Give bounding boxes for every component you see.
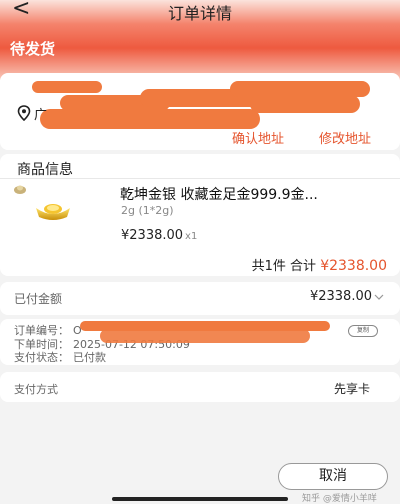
payment-method-value: 先享卡 xyxy=(333,382,370,396)
product-spec: 2g (1*2g) xyxy=(121,204,174,217)
header-banner: < 订单详情 待发货 xyxy=(0,0,400,80)
copy-order-number-button[interactable]: 复制 xyxy=(348,325,378,337)
order-status: 待发货 xyxy=(10,40,56,58)
home-indicator[interactable] xyxy=(112,497,288,501)
location-pin-icon xyxy=(17,105,31,121)
redaction-mark xyxy=(250,95,360,113)
confirm-address-button[interactable]: 确认地址 xyxy=(232,128,284,147)
total-amount: ¥2338.00 xyxy=(320,258,387,274)
redaction-mark xyxy=(32,81,102,93)
goods-section-title: 商品信息 xyxy=(17,162,73,178)
order-info-card: 订单编号： O 下单时间： 2025-07-12 07:50:09 支付状态： 已付款… xyxy=(0,319,400,365)
cancel-order-button[interactable]: 取消 xyxy=(278,463,388,490)
pay-status-label: 支付状态： xyxy=(14,351,69,364)
payment-method-row: 支付方式 先享卡 xyxy=(0,372,400,402)
paid-amount-label: 已付金额 xyxy=(14,292,63,306)
pay-status-value: 已付款 xyxy=(73,351,106,364)
modify-address-button[interactable]: 修改地址 xyxy=(319,128,371,147)
product-price: ¥2338.00 x1 xyxy=(121,228,197,243)
address-card: 广 确认地址 修改地址 xyxy=(0,73,400,150)
redaction-mark xyxy=(100,329,310,343)
store-logo-icon xyxy=(14,185,26,194)
bottom-action-bar: 取消 知乎 @爱情小羊咩 xyxy=(0,460,400,504)
chevron-down-icon xyxy=(374,294,384,300)
product-image[interactable] xyxy=(34,200,72,222)
redaction-mark xyxy=(40,109,260,129)
product-name[interactable]: 乾坤金银 收藏金足金999.9金... xyxy=(120,184,390,204)
address-text: 广 xyxy=(34,108,48,123)
product-quantity: x1 xyxy=(185,231,198,242)
pay-status-row: 支付状态： 已付款 xyxy=(14,349,106,365)
payment-method-label: 支付方式 xyxy=(14,383,58,396)
unit-price: ¥2338.00 xyxy=(121,228,184,243)
goods-card: 商品信息 乾坤金银 收藏金足金999.9金... 2g (1*2g) ¥2338… xyxy=(0,154,400,276)
paid-amount-row[interactable]: 已付金额 ¥2338.00 xyxy=(0,282,400,315)
total-prefix: 共1件 合计 xyxy=(251,259,317,274)
watermark: 知乎 @爱情小羊咩 xyxy=(302,494,377,504)
page-title: 订单详情 xyxy=(167,4,232,23)
goods-total: 共1件 合计 ¥2338.00 xyxy=(252,255,387,274)
nav-bar: < 订单详情 xyxy=(0,0,400,23)
divider xyxy=(0,178,400,179)
paid-amount-value: ¥2338.00 xyxy=(309,289,372,304)
